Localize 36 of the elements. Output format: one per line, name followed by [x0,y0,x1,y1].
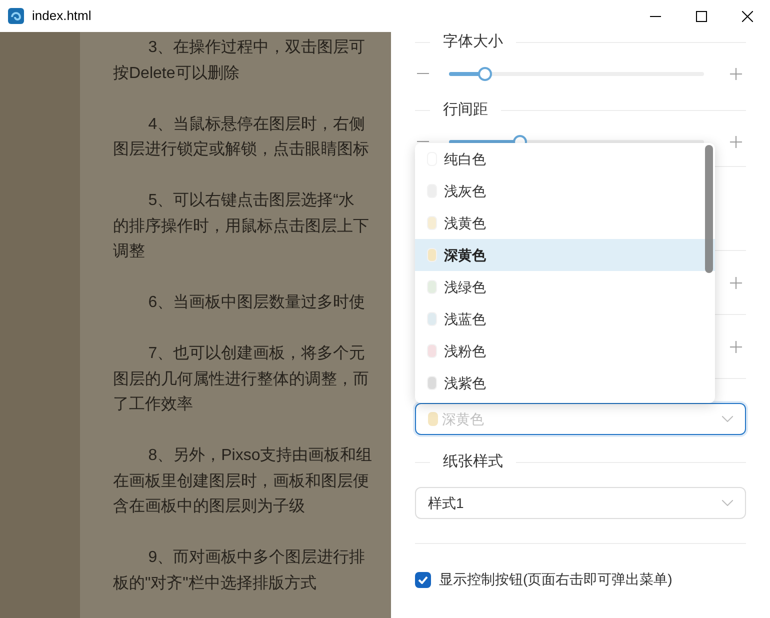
paragraph: 6、当画板中图层数量过多时使 [147,292,366,313]
close-icon [742,10,752,22]
checkbox-label: 显示控制按钮(页面右击即可弹出菜单) [439,570,672,589]
section-title: 纸张样式 [443,452,503,472]
app-icon [8,8,24,24]
maximize-icon [696,10,706,22]
paragraph: 8、另外，Pixso支持由画板和组 在画板里创建图层时，画板和图层便 含在画板中的图层则为子级 [113,446,372,517]
paragraph: 4、当鼠标悬停在图层时，右侧 图层进行锁定或解锁，点击眼睛图标 [113,114,369,160]
minus-icon[interactable] [417,141,429,143]
section-title: 行间距 [443,100,488,120]
window-title: index.html [32,7,92,26]
color-option[interactable]: 浅黄色 [415,207,715,239]
scrollbar[interactable] [705,145,713,273]
color-option[interactable]: 浅紫色 [415,367,715,399]
minus-icon[interactable] [417,73,429,75]
paragraph: 7、也可以创建画板，将多个元 图层的几何属性进行整体的调整，而 了工作效率 [113,344,369,415]
plus-icon[interactable] [730,276,742,288]
paragraph: 9、而对画板中多个图层进行排 板的"对齐"栏中选择排版方式 [113,548,366,594]
slider-thumb[interactable] [478,67,492,81]
checkbox[interactable] [415,572,431,588]
paper-style-select[interactable]: 样式1 [415,487,746,519]
plus-icon[interactable] [730,136,742,148]
paragraph: 5、可以右键点击图层选择“水 的排序操作时，用鼠标点击图层上下 调整 [113,190,369,262]
chevron-down-icon [722,500,733,506]
chevron-down-icon [722,416,733,422]
color-option[interactable]: 浅灰色 [415,175,715,207]
checkmark-icon [418,576,428,584]
plus-icon[interactable] [730,68,742,80]
color-option[interactable]: 浅蓝色 [415,303,715,335]
color-option[interactable]: 深黄色 [415,239,715,271]
section-title: 字体大小 [443,32,503,52]
color-option[interactable]: 浅粉色 [415,335,715,367]
color-option[interactable]: 纯白色 [415,143,715,175]
color-option[interactable]: 浅绿色 [415,271,715,303]
paragraph: 3、在操作过程中，双击图层可 按Delete可以删除 [113,38,366,84]
plus-icon[interactable] [730,340,742,352]
